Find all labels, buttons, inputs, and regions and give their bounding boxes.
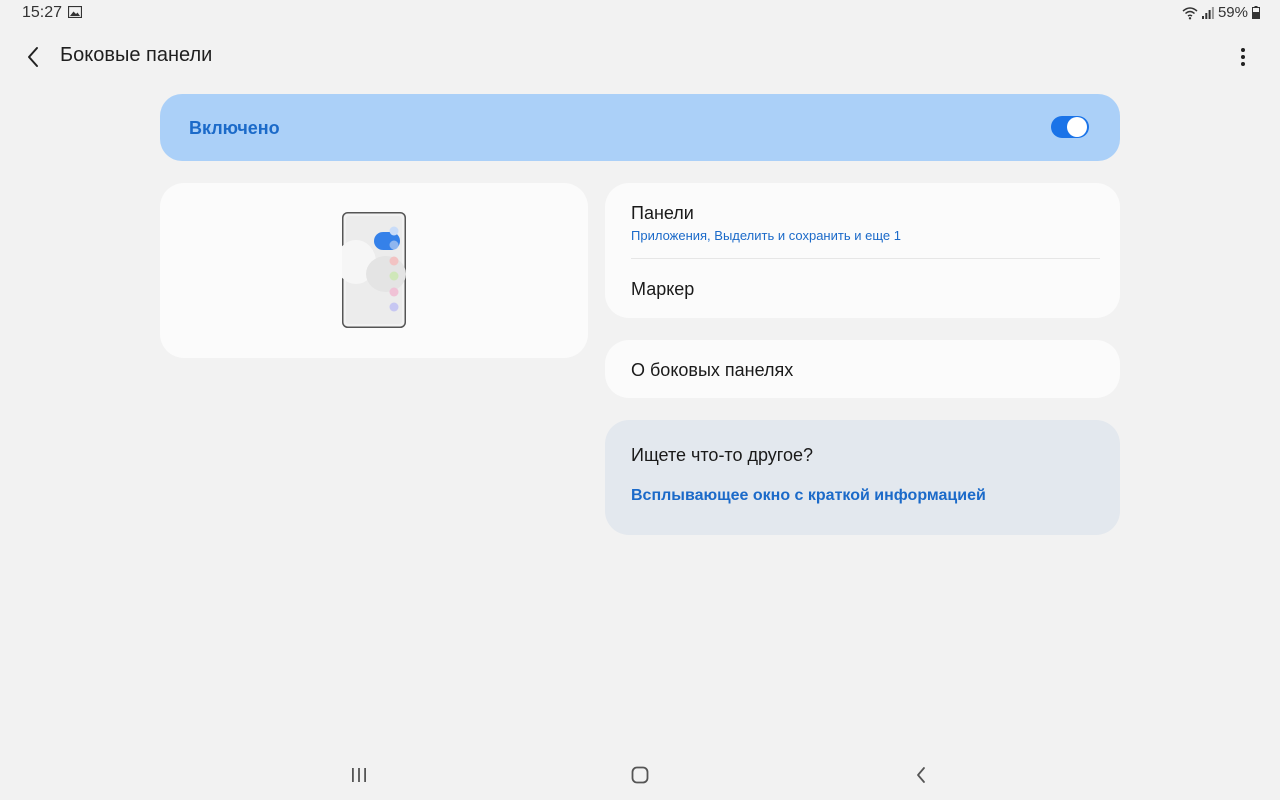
back-arrow-icon <box>28 47 38 67</box>
master-switch-label: Включено <box>189 118 280 138</box>
master-switch-bar[interactable]: Включено <box>160 94 1120 161</box>
marker-row[interactable]: Маркер <box>605 259 1120 318</box>
panels-settings-card: Панели Приложения, Выделить и сохранить … <box>605 183 1120 318</box>
edge-panel-phone-illustration <box>342 212 406 328</box>
nav-back-icon <box>917 767 925 783</box>
app-bar: Боковые панели <box>0 30 1280 82</box>
home-icon <box>631 766 649 784</box>
recents-icon <box>352 768 366 782</box>
about-title: О боковых панелях <box>631 360 794 380</box>
about-edge-panels-card[interactable]: О боковых панелях <box>605 340 1120 398</box>
panels-row[interactable]: Панели Приложения, Выделить и сохранить … <box>605 183 1120 259</box>
more-options-button[interactable] <box>1228 42 1258 72</box>
recents-button[interactable] <box>344 762 374 788</box>
gallery-notification-icon <box>68 6 82 18</box>
quick-info-popup-link[interactable]: Всплывающее окно с краткой информацией <box>631 487 986 505</box>
preview-card <box>160 183 588 358</box>
status-bar: 15:27 59% <box>0 0 1280 26</box>
status-time: 15:27 <box>22 4 63 21</box>
help-card: Ищете что-то другое? Всплывающее окно с … <box>605 420 1120 535</box>
marker-title: Маркер <box>631 279 695 299</box>
panels-summary: Приложения, Выделить и сохранить и еще 1 <box>631 228 901 243</box>
home-button[interactable] <box>625 762 655 788</box>
navigation-bar <box>0 750 1280 800</box>
battery-icon <box>1252 6 1260 19</box>
battery-percent: 59% <box>1217 4 1248 21</box>
page-title: Боковые панели <box>60 44 213 66</box>
back-button[interactable] <box>18 42 48 72</box>
toggle-knob <box>1067 117 1087 137</box>
help-title: Ищете что-то другое? <box>631 445 814 465</box>
panels-title: Панели <box>631 203 694 223</box>
nav-back-button[interactable] <box>906 762 936 788</box>
status-indicators: 59% <box>1182 4 1260 21</box>
signal-icon <box>1201 6 1214 19</box>
wifi-icon <box>1182 6 1198 19</box>
more-vert-icon <box>1241 48 1245 66</box>
enabled-toggle[interactable] <box>1051 116 1089 138</box>
